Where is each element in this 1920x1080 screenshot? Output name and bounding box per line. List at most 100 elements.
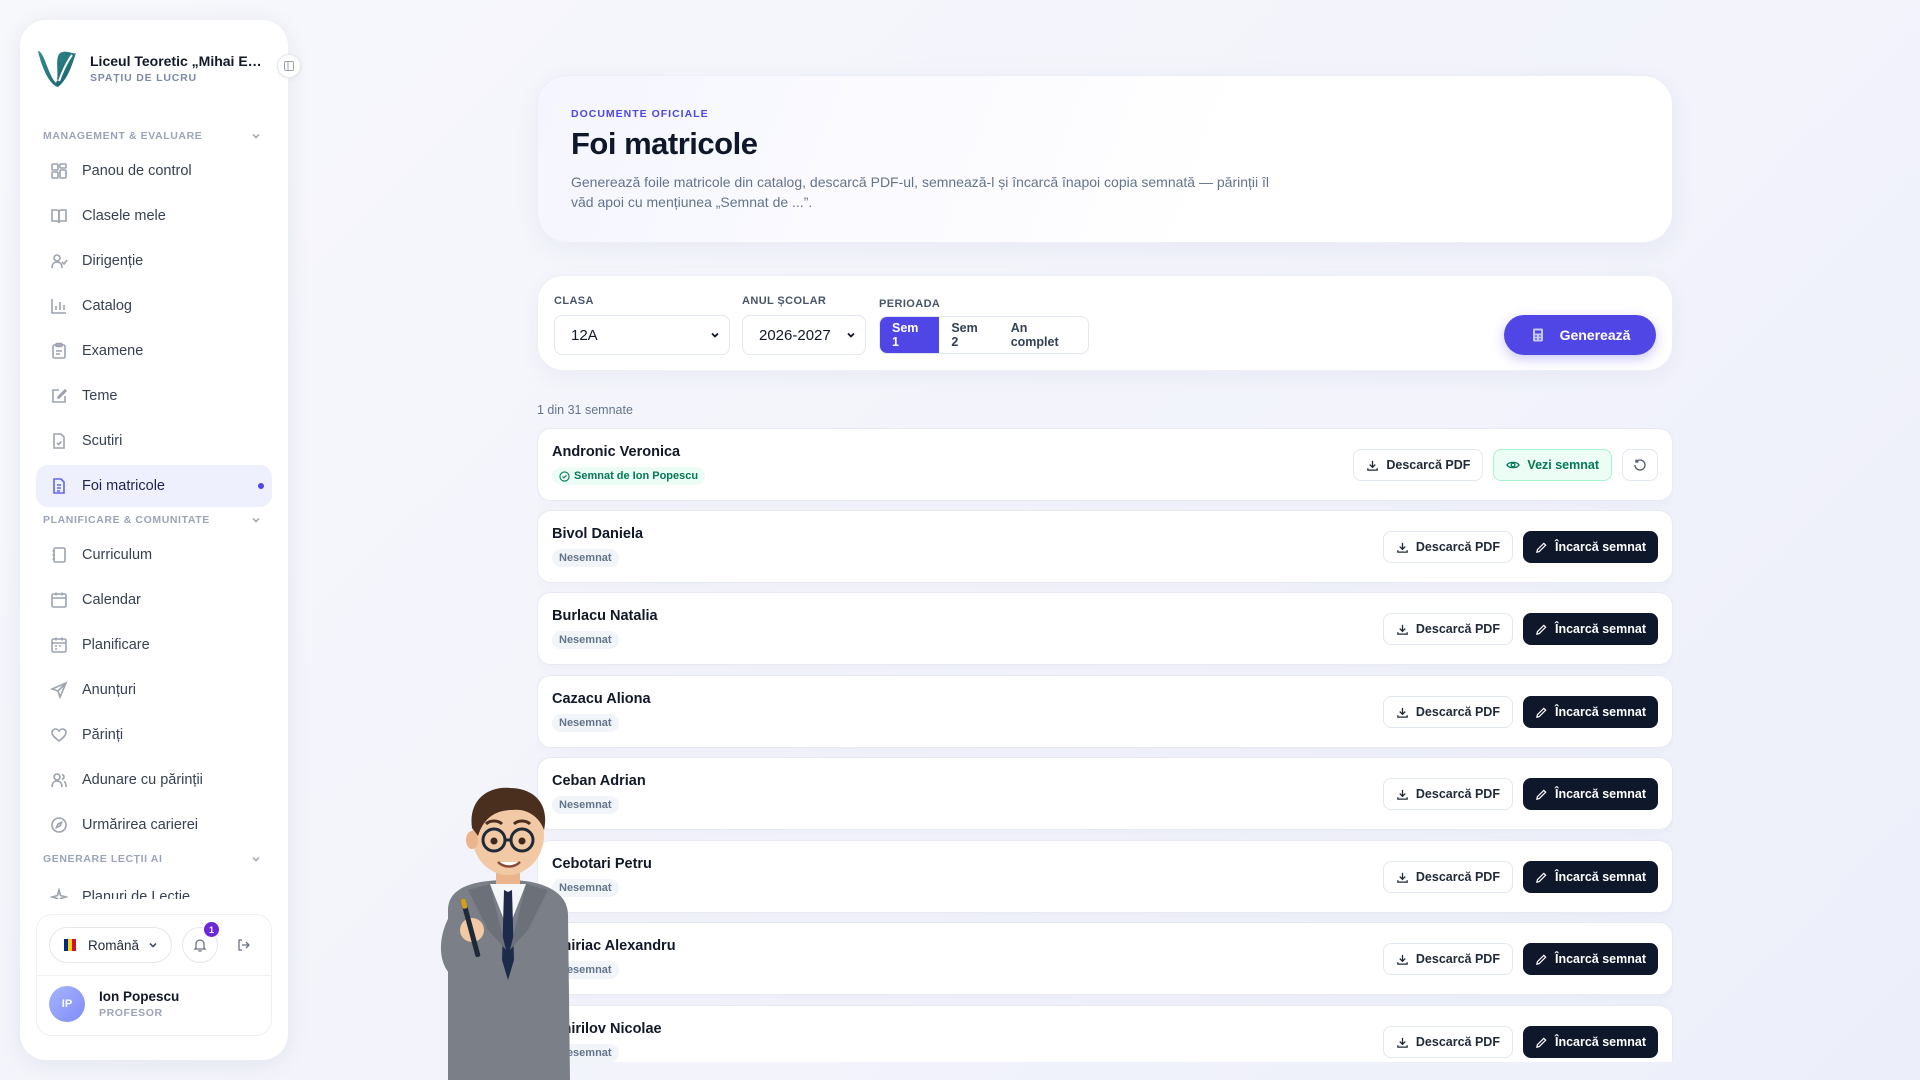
upload-signed-button[interactable]: Încarcă semnat — [1522, 531, 1658, 563]
sidebar-item-planuri-lectie[interactable]: Planuri de Lecție — [36, 876, 272, 899]
year-value: 2026-2027 — [759, 326, 831, 344]
download-pdf-button[interactable]: Descarcă PDF — [1382, 861, 1513, 893]
sparkle-icon — [50, 888, 68, 899]
period-sem2[interactable]: Sem 2 — [939, 317, 998, 353]
eye-icon — [1506, 461, 1521, 469]
nav-label: Teme — [82, 388, 118, 404]
download-pdf-button[interactable]: Descarcă PDF — [1382, 778, 1513, 810]
nav-label: Foi matricole — [82, 478, 165, 494]
notifications-button[interactable]: 1 — [182, 922, 220, 963]
nav-label: Adunare cu părinții — [82, 772, 203, 788]
chevron-down-icon — [252, 517, 260, 523]
download-pdf-button[interactable]: Descarcă PDF — [1382, 943, 1513, 975]
logout-icon — [238, 939, 250, 951]
pen-icon — [1536, 1036, 1547, 1048]
language-label: Română — [88, 937, 140, 953]
workspace-label: SPAȚIU DE LUCRU — [90, 71, 197, 84]
period-sem1[interactable]: Sem 1 — [880, 317, 940, 353]
download-pdf-button[interactable]: Descarcă PDF — [1382, 1026, 1513, 1058]
download-icon — [1397, 624, 1408, 635]
nav-label: Clasele mele — [82, 208, 166, 224]
button-label: Încarcă semnat — [1554, 1035, 1646, 1049]
page-eyebrow: DOCUMENTE OFICIALE — [571, 108, 709, 120]
signed-count: 1 din 31 semnate — [537, 403, 633, 417]
sidebar-header: Liceul Teoretic „Mihai Eminescu” SPAȚIU … — [20, 20, 288, 98]
generate-button[interactable]: Generează — [1504, 315, 1656, 355]
download-pdf-button[interactable]: Descarcă PDF — [1382, 696, 1513, 728]
sidebar-item-scutiri[interactable]: Scutiri — [36, 420, 272, 462]
sidebar-item-parinti[interactable]: Părinți — [36, 714, 272, 756]
sidebar-item-anunturi[interactable]: Anunțuri — [36, 669, 272, 711]
sidebar-item-planificare[interactable]: Planificare — [36, 624, 272, 666]
active-indicator — [258, 483, 264, 489]
nav-label: Calendar — [82, 592, 141, 608]
section-title: GENERARE LECȚII AI — [43, 853, 163, 865]
dashboard-icon — [51, 163, 67, 179]
check-circle-icon — [559, 470, 570, 482]
file-check-icon — [53, 433, 65, 449]
section-ai[interactable]: GENERARE LECȚII AI — [20, 849, 288, 869]
filters-card: CLASA 12A ANUL ȘCOLAR 2026-2027 PERIOADA… — [537, 275, 1673, 371]
upload-signed-button[interactable]: Încarcă semnat — [1522, 696, 1658, 728]
sidebar-item-clasele-mele[interactable]: Clasele mele — [36, 195, 272, 237]
section-title: PLANIFICARE & COMUNITATE — [43, 514, 210, 526]
upload-signed-button[interactable]: Încarcă semnat — [1522, 943, 1658, 975]
sidebar-item-panou-de-control[interactable]: Panou de control — [36, 150, 272, 192]
calendar-icon — [51, 592, 67, 608]
sidebar-item-cariera[interactable]: Urmărirea carierei — [36, 804, 272, 846]
view-signed-button[interactable]: Vezi semnat — [1493, 449, 1612, 481]
sidebar-item-dirigentie[interactable]: Dirigenție — [36, 240, 272, 282]
section-management[interactable]: MANAGEMENT & EVALUARE — [20, 126, 288, 146]
section-planificare[interactable]: PLANIFICARE & COMUNITATE — [20, 510, 288, 530]
upload-signed-button[interactable]: Încarcă semnat — [1522, 861, 1658, 893]
student-name: Andronic Veronica — [552, 444, 681, 460]
send-icon — [50, 681, 68, 699]
clipboard-icon — [52, 342, 66, 359]
sidebar-item-foi-matricole[interactable]: Foi matricole — [36, 465, 272, 507]
download-icon — [1397, 1037, 1408, 1048]
list-item: Cazacu Aliona Nesemnat Descarcă PDF Înca… — [537, 675, 1673, 748]
compass-icon — [51, 817, 67, 833]
user-role: PROFESOR — [99, 1007, 163, 1019]
sidebar-item-curriculum[interactable]: Curriculum — [36, 534, 272, 576]
logout-button[interactable] — [230, 927, 258, 963]
upload-signed-button[interactable]: Încarcă semnat — [1522, 778, 1658, 810]
sidebar-item-teme[interactable]: Teme — [36, 375, 272, 417]
period-full-year[interactable]: An complet — [999, 317, 1088, 353]
chevron-down-icon — [252, 856, 260, 862]
nav-label: Părinți — [82, 727, 124, 743]
student-name: Burlacu Natalia — [552, 608, 658, 624]
pen-icon — [1536, 953, 1547, 965]
sidebar-item-adunare[interactable]: Adunare cu părinții — [36, 759, 272, 801]
book-icon — [51, 209, 67, 224]
download-icon — [1397, 542, 1408, 553]
button-label: Descarcă PDF — [1415, 787, 1500, 801]
user-name: Ion Popescu — [99, 989, 180, 1004]
nav-label: Anunțuri — [82, 682, 137, 698]
download-pdf-button[interactable]: Descarcă PDF — [1382, 613, 1513, 645]
nav-label: Catalog — [82, 298, 132, 314]
student-name: Bivol Daniela — [552, 526, 644, 542]
sidebar-item-calendar[interactable]: Calendar — [36, 579, 272, 621]
page-description: Generează foile matricole din catalog, d… — [571, 174, 1269, 210]
download-pdf-button[interactable]: Descarcă PDF — [1353, 449, 1484, 481]
button-label: Încarcă semnat — [1554, 952, 1646, 966]
pen-icon — [1536, 706, 1547, 718]
upload-signed-button[interactable]: Încarcă semnat — [1522, 1026, 1658, 1058]
list-item: Chiriac Alexandru Nesemnat Descarcă PDF … — [537, 922, 1673, 995]
nav-label: Dirigenție — [82, 253, 144, 269]
period-selector: Sem 1 Sem 2 An complet — [879, 316, 1089, 354]
nav-label: Planuri de Lecție — [82, 889, 191, 899]
sidebar: Liceul Teoretic „Mihai Eminescu” SPAȚIU … — [20, 20, 288, 1060]
year-select[interactable]: 2026-2027 — [742, 315, 866, 355]
download-pdf-button[interactable]: Descarcă PDF — [1382, 531, 1513, 563]
class-select[interactable]: 12A — [554, 315, 730, 355]
upload-signed-button[interactable]: Încarcă semnat — [1522, 613, 1658, 645]
sidebar-item-catalog[interactable]: Catalog — [36, 285, 272, 327]
language-selector[interactable]: Română — [49, 927, 173, 963]
user-profile[interactable]: IP Ion Popescu PROFESOR — [37, 976, 271, 1032]
sidebar-item-examene[interactable]: Examene — [36, 330, 272, 372]
collapse-sidebar-button[interactable] — [277, 54, 301, 78]
button-label: Încarcă semnat — [1554, 787, 1646, 801]
regenerate-button[interactable] — [1622, 449, 1658, 481]
